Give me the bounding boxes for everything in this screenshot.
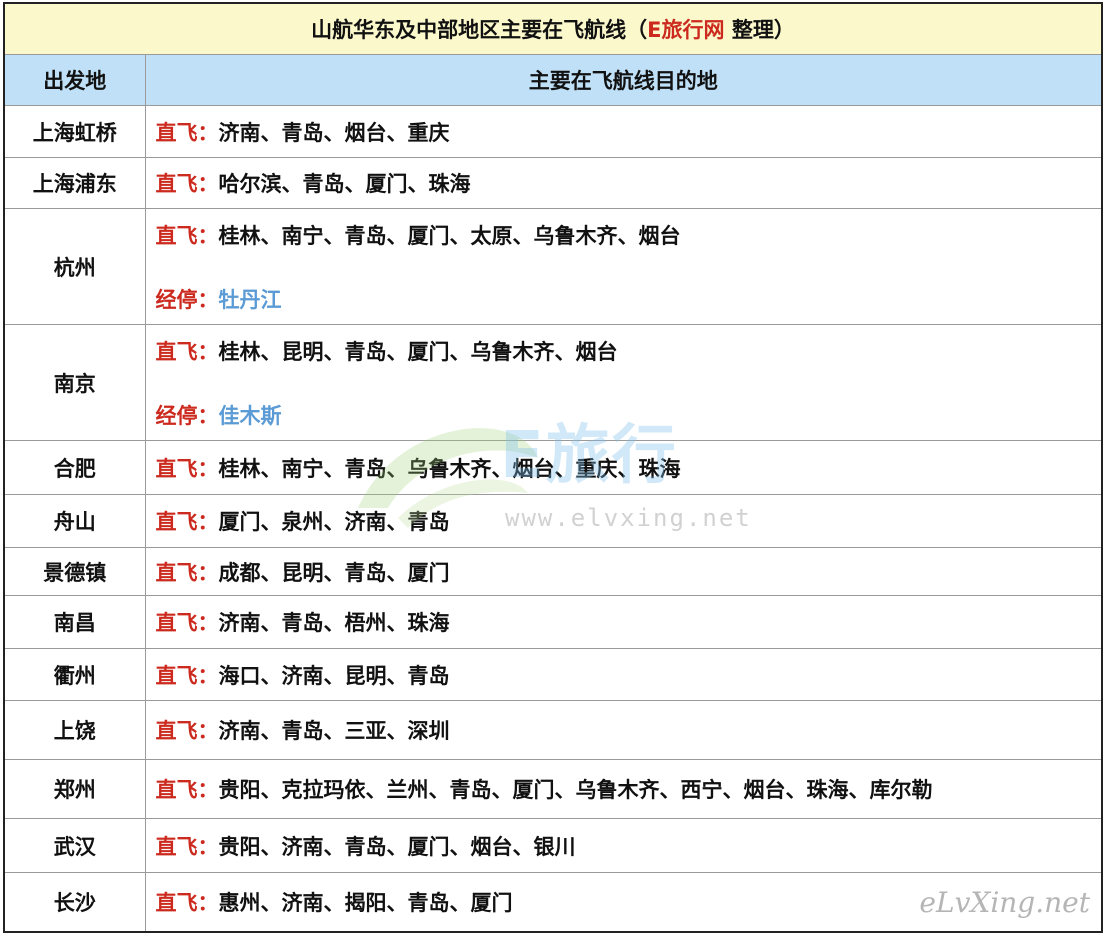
- table-row: 郑州 直飞：贵阳、克拉玛依、兰州、青岛、厦门、乌鲁木齐、西宁、烟台、珠海、库尔勒: [3, 759, 1103, 819]
- direct-label: 直飞：: [155, 120, 219, 145]
- direct-list: 济南、青岛、梧州、珠海: [218, 611, 450, 635]
- destinations-cell: 直飞：哈尔滨、青岛、厦门、珠海: [144, 157, 1103, 209]
- origin-city: 上饶: [3, 700, 146, 760]
- origin-city: 上海虹桥: [3, 105, 146, 158]
- routes-table: 山航华东及中部地区主要在飞航线（E旅行网 整理） 出发地 主要在飞航线目的地 上…: [3, 2, 1103, 933]
- header-row: 出发地 主要在飞航线目的地: [3, 54, 1103, 106]
- table-row: 上海虹桥 直飞：济南、青岛、烟台、重庆: [3, 105, 1103, 158]
- direct-list: 桂林、南宁、青岛、乌鲁木齐、烟台、重庆、珠海: [218, 456, 681, 481]
- destinations-cell: 直飞：桂林、南宁、青岛、乌鲁木齐、烟台、重庆、珠海: [144, 440, 1103, 495]
- direct-label: 直飞：: [155, 456, 219, 481]
- direct-list: 桂林、昆明、青岛、厦门、乌鲁木齐、烟台: [218, 339, 618, 364]
- direct-line: 直飞：桂林、昆明、青岛、厦门、乌鲁木齐、烟台: [156, 336, 1102, 366]
- direct-list: 惠州、济南、揭阳、青岛、厦门: [218, 890, 513, 915]
- table-row: 武汉 直飞：贵阳、济南、青岛、厦门、烟台、银川: [3, 818, 1103, 873]
- direct-label: 直飞：: [155, 834, 219, 859]
- title-suffix: 整理）: [724, 18, 795, 42]
- title-row: 山航华东及中部地区主要在飞航线（E旅行网 整理）: [3, 2, 1103, 55]
- direct-list: 厦门、泉州、济南、青岛: [218, 510, 450, 534]
- table-row: 南昌 直飞：济南、青岛、梧州、珠海: [3, 595, 1103, 649]
- origin-city: 舟山: [3, 494, 146, 548]
- table-row: 上海浦东 直飞：哈尔滨、青岛、厦门、珠海: [3, 157, 1103, 209]
- destinations-cell: 直飞：惠州、济南、揭阳、青岛、厦门: [144, 872, 1103, 932]
- destinations-cell: 直飞：成都、昆明、青岛、厦门: [144, 547, 1103, 596]
- direct-list: 济南、青岛、烟台、重庆: [218, 120, 450, 145]
- table-row: 长沙 直飞：惠州、济南、揭阳、青岛、厦门: [3, 872, 1103, 932]
- direct-label: 直飞：: [155, 560, 219, 585]
- origin-city: 长沙: [3, 872, 146, 932]
- table-row: 南京 直飞：桂林、昆明、青岛、厦门、乌鲁木齐、烟台 经停：佳木斯: [3, 324, 1103, 441]
- direct-label: 直飞：: [155, 890, 219, 915]
- direct-label: 直飞：: [155, 339, 219, 364]
- direct-list: 贵阳、济南、青岛、厦门、烟台、银川: [218, 834, 576, 859]
- direct-list: 哈尔滨、青岛、厦门、珠海: [218, 172, 471, 196]
- origin-city: 南昌: [3, 595, 146, 649]
- table-row: 舟山 直飞：厦门、泉州、济南、青岛: [3, 494, 1103, 548]
- table-title: 山航华东及中部地区主要在飞航线（E旅行网 整理）: [3, 2, 1103, 55]
- origin-city: 衢州: [3, 648, 146, 701]
- direct-list: 桂林、南宁、青岛、厦门、太原、乌鲁木齐、烟台: [218, 223, 681, 248]
- direct-list: 贵阳、克拉玛依、兰州、青岛、厦门、乌鲁木齐、西宁、烟台、珠海、库尔勒: [218, 778, 933, 802]
- table-row: 衢州 直飞：海口、济南、昆明、青岛: [3, 648, 1103, 701]
- origin-city: 景德镇: [3, 547, 146, 596]
- stopover-line: 经停：佳木斯: [156, 400, 1102, 430]
- direct-label: 直飞：: [155, 223, 219, 248]
- direct-label: 直飞：: [155, 611, 219, 635]
- direct-label: 直飞：: [155, 719, 219, 743]
- destinations-cell: 直飞：桂林、昆明、青岛、厦门、乌鲁木齐、烟台 经停：佳木斯: [144, 324, 1103, 441]
- origin-city: 武汉: [3, 818, 146, 873]
- origin-city: 合肥: [3, 440, 146, 495]
- destinations-cell: 直飞：贵阳、济南、青岛、厦门、烟台、银川: [144, 818, 1103, 873]
- destinations-cell: 直飞：贵阳、克拉玛依、兰州、青岛、厦门、乌鲁木齐、西宁、烟台、珠海、库尔勒: [144, 759, 1103, 819]
- stopover-list: 佳木斯: [218, 403, 282, 428]
- direct-label: 直飞：: [155, 172, 219, 196]
- destinations-cell: 直飞：济南、青岛、梧州、珠海: [144, 595, 1103, 649]
- page: 山航华东及中部地区主要在飞航线（E旅行网 整理） 出发地 主要在飞航线目的地 上…: [0, 0, 1106, 933]
- direct-label: 直飞：: [155, 663, 219, 688]
- origin-city: 南京: [3, 324, 146, 441]
- stopover-label: 经停：: [155, 403, 219, 428]
- title-prefix: 山航华东及中部地区主要在飞航线（: [311, 18, 648, 42]
- direct-list: 成都、昆明、青岛、厦门: [218, 560, 450, 585]
- origin-city: 杭州: [3, 208, 146, 325]
- stopover-list: 牡丹江: [218, 287, 282, 312]
- table-row: 杭州 直飞：桂林、南宁、青岛、厦门、太原、乌鲁木齐、烟台 经停：牡丹江: [3, 208, 1103, 325]
- destinations-cell: 直飞：桂林、南宁、青岛、厦门、太原、乌鲁木齐、烟台 经停：牡丹江: [144, 208, 1103, 325]
- direct-line: 直飞：桂林、南宁、青岛、厦门、太原、乌鲁木齐、烟台: [156, 220, 1102, 250]
- destinations-cell: 直飞：济南、青岛、烟台、重庆: [144, 105, 1103, 158]
- direct-label: 直飞：: [155, 778, 219, 802]
- origin-city: 上海浦东: [3, 157, 146, 209]
- header-destinations: 主要在飞航线目的地: [144, 54, 1103, 106]
- stopover-label: 经停：: [155, 287, 219, 312]
- destinations-cell: 直飞：济南、青岛、三亚、深圳: [144, 700, 1103, 760]
- table-row: 上饶 直飞：济南、青岛、三亚、深圳: [3, 700, 1103, 760]
- direct-list: 济南、青岛、三亚、深圳: [218, 719, 450, 743]
- direct-list: 海口、济南、昆明、青岛: [218, 663, 450, 688]
- direct-label: 直飞：: [155, 510, 219, 534]
- title-brand: E旅行网: [647, 18, 725, 42]
- destinations-cell: 直飞：海口、济南、昆明、青岛: [144, 648, 1103, 701]
- table-row: 景德镇 直飞：成都、昆明、青岛、厦门: [3, 547, 1103, 596]
- stopover-line: 经停：牡丹江: [156, 284, 1102, 314]
- header-origin: 出发地: [3, 54, 146, 106]
- table-row: 合肥 直飞：桂林、南宁、青岛、乌鲁木齐、烟台、重庆、珠海: [3, 440, 1103, 495]
- origin-city: 郑州: [3, 759, 146, 819]
- destinations-cell: 直飞：厦门、泉州、济南、青岛: [144, 494, 1103, 548]
